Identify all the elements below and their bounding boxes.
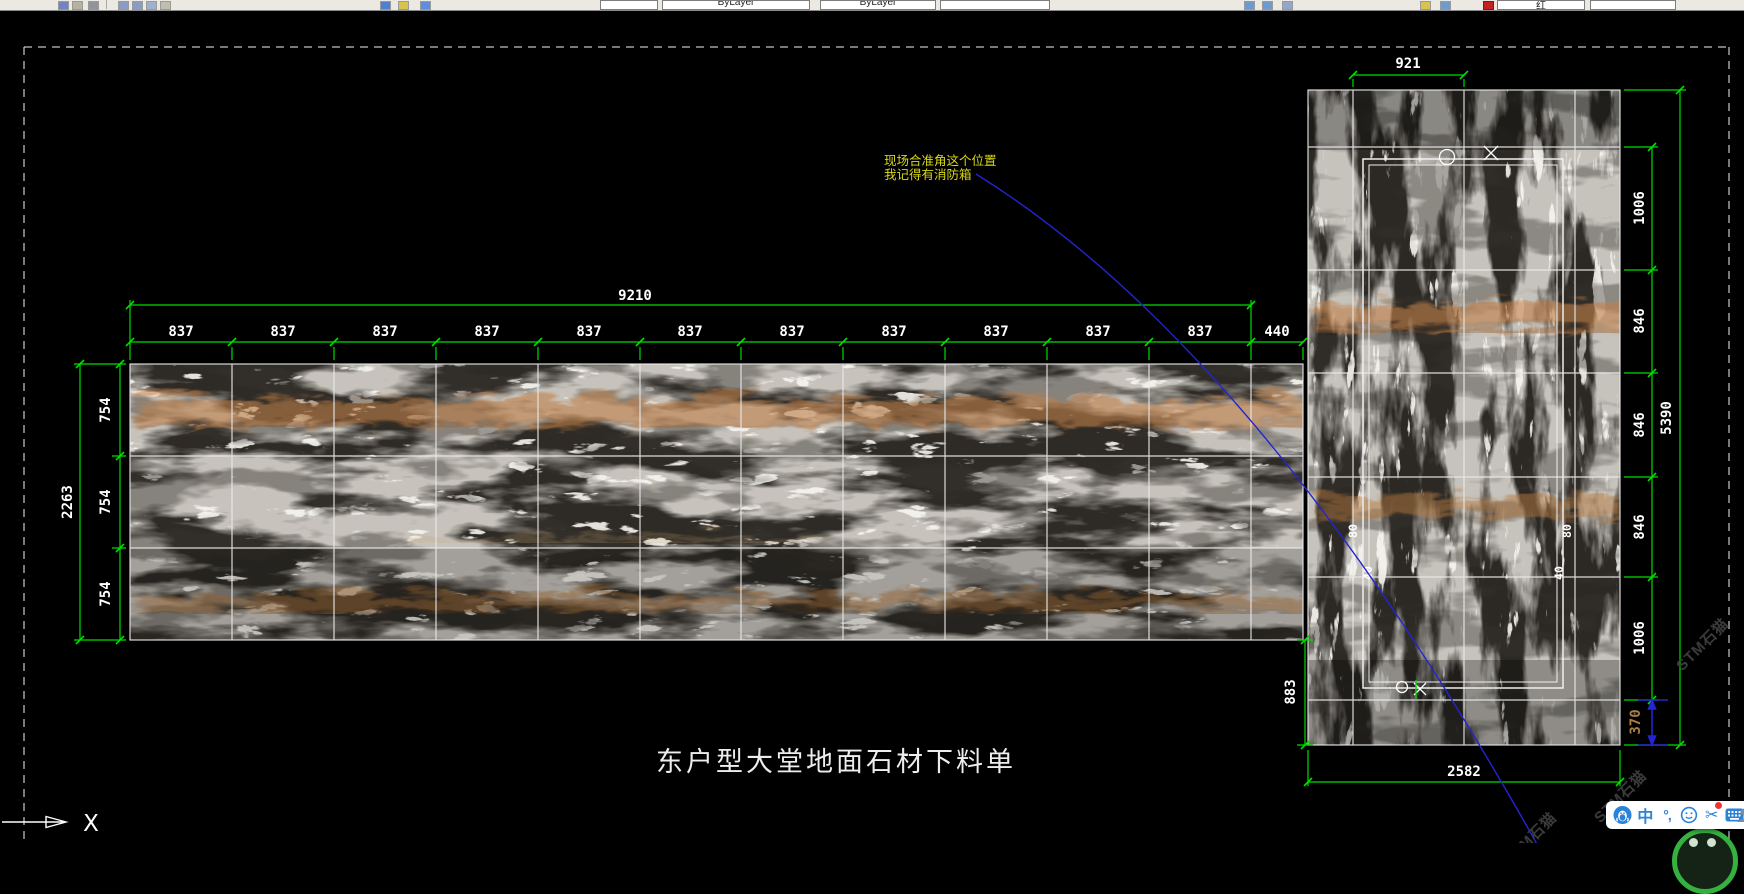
linetype-combo[interactable]: ByLayer	[820, 0, 936, 10]
ime-clipboard-button[interactable]: ✂	[1703, 804, 1720, 826]
dim-label-80-left: 80	[1346, 524, 1360, 538]
smiley-icon	[1680, 806, 1698, 824]
dim-label-5390: 5390	[1659, 401, 1675, 435]
ime-emoji-button[interactable]	[1680, 804, 1698, 826]
annotation-line-1[interactable]: 现场合准角这个位置	[884, 153, 997, 168]
toolbar-icon[interactable]	[420, 1, 431, 10]
dim-label-9210: 9210	[618, 288, 652, 304]
ime-mode-toggle[interactable]: 中	[1637, 804, 1654, 826]
style-combo[interactable]	[1590, 0, 1676, 10]
dim-label-837: 837	[1187, 324, 1212, 340]
dim-label-440: 440	[1264, 324, 1289, 340]
toolbar-icon[interactable]	[58, 1, 69, 10]
dim-label-1006: 1006	[1632, 191, 1648, 225]
ime-profile-button[interactable]	[1734, 804, 1744, 826]
layer-color-swatch[interactable]	[1483, 1, 1494, 10]
dim-label-1006: 1006	[1632, 621, 1648, 655]
lineweight-combo[interactable]	[940, 0, 1050, 10]
combo-value: ByLayer	[821, 0, 935, 8]
dim-band-rows[interactable]	[112, 360, 126, 644]
dim-label-921: 921	[1395, 56, 1420, 72]
toolbar-icon[interactable]	[132, 1, 143, 10]
ime-logo-icon[interactable]	[1613, 804, 1632, 826]
dim-label-837: 837	[881, 324, 906, 340]
toolbar-icon[interactable]	[146, 1, 157, 10]
watermark-text: STM石猫	[1673, 615, 1733, 675]
dim-label-837: 837	[474, 324, 499, 340]
notification-dot	[1715, 802, 1722, 809]
drawing-canvas[interactable]: 9210 837 837 837 837 837 837 837 837 837…	[0, 0, 1744, 843]
toolbar-icon[interactable]	[1440, 1, 1451, 10]
dim-panel-top-width[interactable]	[1349, 71, 1468, 87]
person-icon	[1735, 806, 1744, 824]
dim-label-837: 837	[372, 324, 397, 340]
dim-label-2582: 2582	[1447, 764, 1481, 780]
combo-value: ByLayer	[663, 0, 809, 8]
annotation-line-2[interactable]: 我记得有消防箱	[884, 167, 972, 182]
dim-panel-bottom-inset[interactable]: 370	[1628, 700, 1668, 745]
dim-label-754: 754	[98, 489, 114, 514]
toolbar-separator	[106, 0, 107, 9]
dim-label-837: 837	[270, 324, 295, 340]
toolbar-icon[interactable]	[1282, 1, 1293, 10]
color-combo[interactable]: ByLayer	[662, 0, 810, 10]
ime-toolbar[interactable]: 中 °, ✂	[1606, 801, 1744, 829]
dim-label-370: 370	[1628, 709, 1644, 734]
top-toolbar: ByLayer ByLayer 红	[0, 0, 1744, 11]
ime-punctuation-toggle[interactable]: °,	[1659, 804, 1676, 826]
drawing-title[interactable]: 东户型大堂地面石材下料单	[656, 747, 1016, 777]
dim-label-837: 837	[779, 324, 804, 340]
toolbar-icon[interactable]	[398, 1, 409, 10]
dim-band-segments[interactable]	[126, 338, 1307, 360]
watermark-text: STM石猫	[1501, 809, 1561, 843]
cad-app-screen: { "toolbar": { "property_combos": ["ByLa…	[0, 0, 1744, 843]
dim-label-80-right: 80	[1560, 524, 1574, 538]
layer-name-combo[interactable]: 红	[1497, 0, 1585, 10]
dim-label-2263: 2263	[60, 485, 76, 519]
toolbar-icon[interactable]	[380, 1, 391, 10]
dim-label-846: 846	[1632, 514, 1648, 539]
dim-label-754: 754	[98, 397, 114, 422]
ucs-axis-label: X	[83, 811, 99, 837]
dim-label-837: 837	[168, 324, 193, 340]
toolbar-icon[interactable]	[72, 1, 83, 10]
dim-label-846: 846	[1632, 308, 1648, 333]
dim-label-837: 837	[983, 324, 1008, 340]
marble-band-image[interactable]	[130, 364, 1303, 640]
toolbar-icon[interactable]	[118, 1, 129, 10]
dim-label-837: 837	[1085, 324, 1110, 340]
toolbar-icon[interactable]	[160, 1, 171, 10]
dim-label-883: 883	[1283, 679, 1299, 704]
toolbar-icon[interactable]	[88, 1, 99, 10]
toolbar-icon[interactable]	[1420, 1, 1431, 10]
layer-combo[interactable]	[600, 0, 658, 10]
toolbar-icon[interactable]	[1244, 1, 1255, 10]
dim-label-846: 846	[1632, 412, 1648, 437]
dim-label-754: 754	[98, 581, 114, 606]
qq-penguin-icon	[1613, 805, 1632, 825]
dim-label-837: 837	[576, 324, 601, 340]
dim-label-837: 837	[677, 324, 702, 340]
toolbar-icon[interactable]	[1262, 1, 1273, 10]
dim-label-40-right: 40	[1552, 566, 1566, 580]
floating-ball-icon[interactable]	[1672, 828, 1738, 894]
ucs-icon	[2, 817, 66, 828]
combo-value: 红	[1498, 0, 1584, 10]
